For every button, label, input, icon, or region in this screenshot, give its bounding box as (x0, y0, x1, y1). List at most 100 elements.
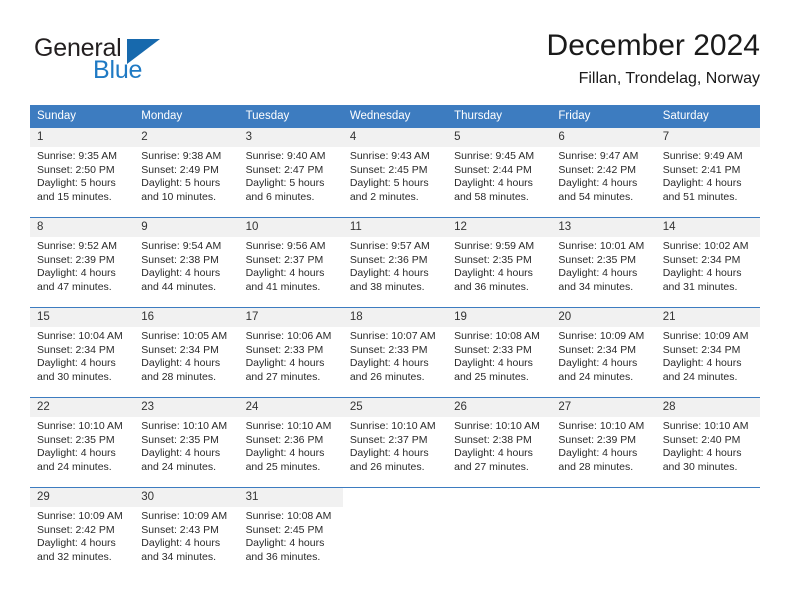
calendar-day-cell[interactable]: 3 Sunrise: 9:40 AM Sunset: 2:47 PM Daylight… (238, 128, 343, 218)
sunset-text: Sunset: 2:37 PM (245, 253, 324, 266)
calendar-day-cell[interactable]: 22 Sunrise: 10:10 AM Sunset: 2:35 PM Daylig… (30, 397, 135, 488)
daylight-text-line2: and 51 minutes. (662, 190, 738, 203)
calendar-day-cell[interactable]: 24 Sunrise: 10:10 AM Sunset: 2:36 PM Daylig… (238, 397, 343, 488)
daylight-text-line1: Daylight: 4 hours (245, 357, 325, 370)
sunset-text: Sunset: 2:39 PM (37, 253, 115, 266)
daylight-text-line2: and 15 minutes. (37, 190, 112, 203)
calendar-day-cell[interactable]: 16 Sunrise: 10:05 AM Sunset: 2:34 PM Daylig… (134, 307, 239, 398)
calendar-week-row: 29 Sunrise: 10:09 AM Sunset: 2:42 PM Daylig… (30, 487, 760, 577)
day-details: Sunrise: 9:54 AM Sunset: 2:38 PM Daylight:… (134, 237, 238, 294)
day-number: 27 (551, 398, 656, 417)
day-number: 11 (342, 218, 448, 237)
calendar-day-cell[interactable]: 1 Sunrise: 9:35 AM Sunset: 2:50 PM Daylight… (30, 128, 135, 218)
daylight-text-line1: Daylight: 4 hours (141, 267, 221, 280)
calendar-day-cell[interactable]: 7 Sunrise: 9:49 AM Sunset: 2:41 PM Daylight… (655, 128, 760, 218)
calendar-day-cell[interactable]: 25 Sunrise: 10:10 AM Sunset: 2:37 PM Daylig… (342, 397, 448, 488)
calendar-day-cell[interactable]: 9 Sunrise: 9:54 AM Sunset: 2:38 PM Daylight… (134, 217, 239, 308)
calendar-day-cell[interactable]: 20 Sunrise: 10:09 AM Sunset: 2:34 PM Daylig… (551, 307, 656, 398)
sunrise-text: Sunrise: 10:07 AM (349, 330, 436, 342)
calendar-day-cell[interactable]: 27 Sunrise: 10:10 AM Sunset: 2:39 PM Daylig… (551, 397, 656, 488)
daylight-text-line1: Daylight: 4 hours (349, 267, 429, 280)
sunset-text: Sunset: 2:45 PM (245, 523, 324, 536)
daylight-text-line2: and 24 minutes. (662, 370, 738, 383)
day-number: 18 (342, 308, 448, 327)
sunrise-text: Sunrise: 9:40 AM (245, 150, 326, 162)
calendar-day-cell[interactable]: 13 Sunrise: 10:01 AM Sunset: 2:35 PM Daylig… (551, 217, 656, 308)
daylight-text-line2: and 24 minutes. (37, 460, 112, 473)
day-number: 3 (238, 128, 343, 147)
calendar-day-cell[interactable]: 28 Sunrise: 10:10 AM Sunset: 2:40 PM Daylig… (655, 397, 760, 488)
daylight-text-line1: Daylight: 4 hours (245, 447, 325, 460)
sunset-text: Sunset: 2:36 PM (349, 253, 428, 266)
calendar-day-cell[interactable]: 26 Sunrise: 10:10 AM Sunset: 2:38 PM Daylig… (447, 397, 552, 488)
daylight-text-line1: Daylight: 4 hours (37, 447, 116, 460)
day-number: 1 (30, 128, 135, 147)
daylight-text-line2: and 28 minutes. (141, 370, 216, 383)
day-details: Sunrise: 9:52 AM Sunset: 2:39 PM Daylight:… (30, 237, 134, 294)
calendar-day-cell[interactable]: 8 Sunrise: 9:52 AM Sunset: 2:39 PM Daylight… (30, 217, 135, 308)
sunset-text: Sunset: 2:49 PM (141, 163, 219, 176)
day-details: Sunrise: 10:10 AM Sunset: 2:38 PM Daylight… (447, 417, 551, 474)
calendar-day-cell[interactable]: 19 Sunrise: 10:08 AM Sunset: 2:33 PM Daylig… (447, 307, 552, 398)
sunset-text: Sunset: 2:39 PM (558, 433, 637, 446)
day-number: 10 (238, 218, 343, 237)
calendar-day-cell[interactable]: 30 Sunrise: 10:09 AM Sunset: 2:43 PM Daylig… (134, 487, 239, 577)
daylight-text-line1: Daylight: 4 hours (349, 357, 429, 370)
daylight-text-line1: Daylight: 4 hours (454, 177, 533, 190)
day-details: Sunrise: 10:09 AM Sunset: 2:34 PM Daylight… (656, 327, 760, 384)
calendar-week-row: 15 Sunrise: 10:04 AM Sunset: 2:34 PM Daylig… (30, 307, 760, 398)
calendar-day-cell[interactable]: 5 Sunrise: 9:45 AM Sunset: 2:44 PM Daylight… (447, 128, 552, 218)
calendar-day-cell[interactable]: 15 Sunrise: 10:04 AM Sunset: 2:34 PM Daylig… (30, 307, 135, 398)
sunrise-text: Sunrise: 9:45 AM (454, 150, 535, 162)
day-number: 23 (134, 398, 239, 417)
daylight-text-line2: and 54 minutes. (558, 190, 634, 203)
sunrise-text: Sunrise: 10:09 AM (37, 510, 123, 522)
brand-logo[interactable]: General Blue (34, 34, 194, 90)
calendar-day-cell[interactable]: 11 Sunrise: 9:57 AM Sunset: 2:36 PM Dayligh… (342, 217, 448, 308)
day-number: 16 (134, 308, 239, 327)
calendar-day-cell[interactable]: 31 Sunrise: 10:08 AM Sunset: 2:45 PM Daylig… (238, 487, 343, 577)
calendar-day-cell[interactable]: 4 Sunrise: 9:43 AM Sunset: 2:45 PM Daylight… (342, 128, 448, 218)
calendar-day-cell[interactable]: 17 Sunrise: 10:06 AM Sunset: 2:33 PM Daylig… (238, 307, 343, 398)
day-details: Sunrise: 9:45 AM Sunset: 2:44 PM Daylight:… (447, 147, 551, 204)
day-details: Sunrise: 10:02 AM Sunset: 2:34 PM Daylight… (656, 237, 760, 294)
sunrise-text: Sunrise: 9:47 AM (558, 150, 639, 162)
sunset-text: Sunset: 2:47 PM (245, 163, 324, 176)
day-number: 5 (447, 128, 552, 147)
calendar-day-cell-empty (551, 487, 656, 577)
calendar-day-cell[interactable]: 12 Sunrise: 9:59 AM Sunset: 2:35 PM Dayligh… (447, 217, 552, 308)
daylight-text-line2: and 38 minutes. (349, 280, 425, 293)
calendar-day-cell[interactable]: 21 Sunrise: 10:09 AM Sunset: 2:34 PM Daylig… (655, 307, 760, 398)
day-number: 24 (238, 398, 343, 417)
calendar-day-cell[interactable]: 29 Sunrise: 10:09 AM Sunset: 2:42 PM Daylig… (30, 487, 135, 577)
daylight-text-line1: Daylight: 4 hours (662, 447, 742, 460)
sunrise-text: Sunrise: 10:10 AM (245, 420, 332, 432)
daylight-text-line1: Daylight: 5 hours (349, 177, 429, 190)
calendar-week-row: 22 Sunrise: 10:10 AM Sunset: 2:35 PM Daylig… (30, 397, 760, 488)
day-details: Sunrise: 10:10 AM Sunset: 2:40 PM Daylight… (656, 417, 760, 474)
daylight-text-line2: and 36 minutes. (454, 280, 529, 293)
sunset-text: Sunset: 2:37 PM (349, 433, 428, 446)
sunrise-text: Sunrise: 10:09 AM (558, 330, 645, 342)
daylight-text-line1: Daylight: 4 hours (245, 267, 325, 280)
sunrise-text: Sunrise: 10:10 AM (662, 420, 749, 432)
sunrise-text: Sunrise: 10:10 AM (558, 420, 645, 432)
day-number: 7 (655, 128, 760, 147)
calendar-day-cell[interactable]: 2 Sunrise: 9:38 AM Sunset: 2:49 PM Daylight… (134, 128, 239, 218)
daylight-text-line1: Daylight: 4 hours (558, 177, 638, 190)
sunrise-text: Sunrise: 9:57 AM (349, 240, 430, 252)
calendar-day-cell[interactable]: 23 Sunrise: 10:10 AM Sunset: 2:35 PM Daylig… (134, 397, 239, 488)
day-number: 25 (342, 398, 448, 417)
day-details: Sunrise: 10:07 AM Sunset: 2:33 PM Daylight… (343, 327, 447, 384)
sunrise-text: Sunrise: 9:49 AM (662, 150, 743, 162)
calendar-day-cell[interactable]: 14 Sunrise: 10:02 AM Sunset: 2:34 PM Daylig… (655, 217, 760, 308)
day-number: 13 (551, 218, 656, 237)
calendar-day-cell[interactable]: 10 Sunrise: 9:56 AM Sunset: 2:37 PM Dayligh… (238, 217, 343, 308)
daylight-text-line2: and 28 minutes. (558, 460, 634, 473)
calendar-week-row: 8 Sunrise: 9:52 AM Sunset: 2:39 PM Daylight… (30, 217, 760, 308)
day-number: 30 (134, 488, 239, 507)
sunset-text: Sunset: 2:35 PM (141, 433, 219, 446)
calendar-day-cell[interactable]: 18 Sunrise: 10:07 AM Sunset: 2:33 PM Daylig… (342, 307, 448, 398)
day-number: 9 (134, 218, 239, 237)
calendar-day-cell[interactable]: 6 Sunrise: 9:47 AM Sunset: 2:42 PM Daylight… (551, 128, 656, 218)
